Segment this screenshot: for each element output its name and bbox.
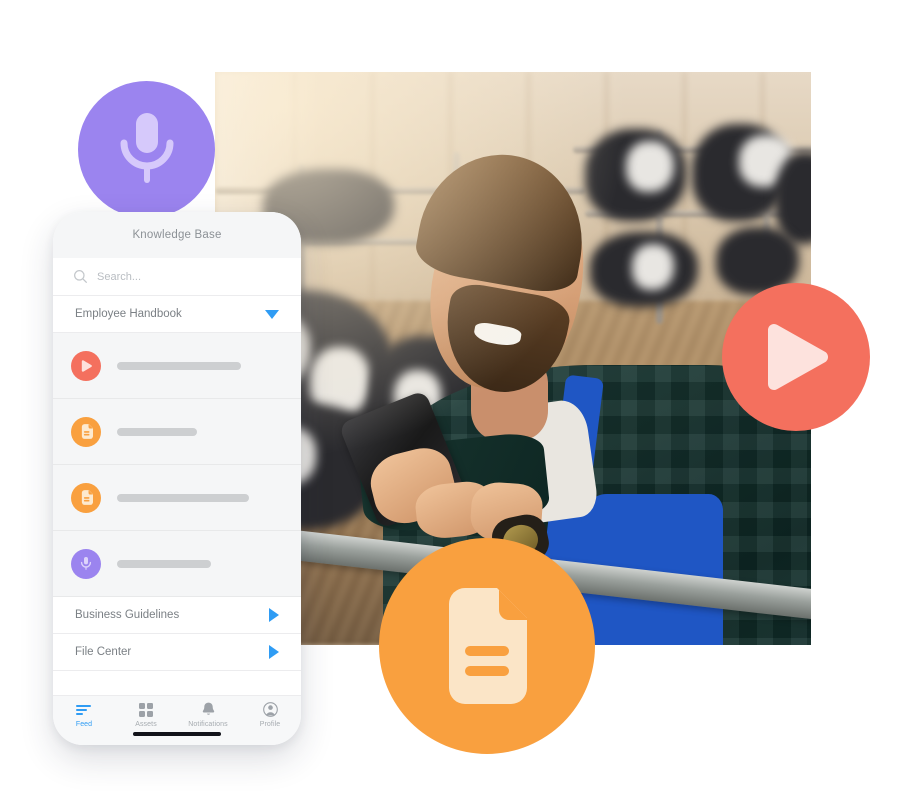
- play-icon: [768, 324, 828, 390]
- search-input[interactable]: Search...: [97, 271, 141, 283]
- phone-mockup: Knowledge Base Search... Employee Handbo…: [53, 212, 301, 745]
- tab-label: Assets: [135, 721, 157, 728]
- list-item[interactable]: [53, 465, 301, 531]
- knowledge-item-list: [53, 333, 301, 597]
- section-label: Business Guidelines: [75, 609, 180, 621]
- list-item[interactable]: [53, 399, 301, 465]
- document-bubble: [379, 538, 595, 754]
- document-icon[interactable]: [71, 482, 101, 513]
- document-icon: [449, 588, 529, 704]
- bell-icon: [202, 702, 215, 717]
- page-canvas: Knowledge Base Search... Employee Handbo…: [0, 0, 901, 801]
- tab-label: Notifications: [188, 721, 228, 728]
- item-title-placeholder: [117, 493, 249, 502]
- play-bubble: [722, 283, 870, 431]
- section-file-center[interactable]: File Center: [53, 634, 301, 671]
- bottom-tab-bar: Feed Assets Notifications Profile: [53, 695, 301, 745]
- chevron-right-icon[interactable]: [269, 645, 279, 659]
- person-icon: [262, 702, 278, 717]
- phone-header: Knowledge Base: [53, 212, 301, 258]
- page-title: Knowledge Base: [132, 229, 222, 241]
- section-business-guidelines[interactable]: Business Guidelines: [53, 597, 301, 634]
- play-icon[interactable]: [71, 350, 101, 381]
- section-label: Employee Handbook: [75, 308, 182, 320]
- home-indicator: [133, 732, 221, 736]
- microphone-icon[interactable]: [71, 548, 101, 579]
- tab-label: Feed: [75, 721, 93, 728]
- chevron-right-icon[interactable]: [269, 608, 279, 622]
- feed-icon: [76, 702, 92, 717]
- tab-label: Profile: [259, 721, 281, 728]
- search-icon: [74, 270, 87, 283]
- item-title-placeholder: [117, 559, 211, 568]
- item-title-placeholder: [117, 427, 197, 436]
- section-employee-handbook[interactable]: Employee Handbook: [53, 296, 301, 333]
- grid-icon: [139, 702, 153, 717]
- item-title-placeholder: [117, 361, 241, 370]
- tab-feed[interactable]: Feed: [53, 702, 115, 728]
- document-icon[interactable]: [71, 416, 101, 447]
- list-item[interactable]: [53, 333, 301, 399]
- section-label: File Center: [75, 646, 132, 658]
- tab-notifications[interactable]: Notifications: [177, 702, 239, 728]
- tab-profile[interactable]: Profile: [239, 702, 301, 728]
- list-item[interactable]: [53, 531, 301, 597]
- search-bar[interactable]: Search...: [53, 258, 301, 296]
- tab-assets[interactable]: Assets: [115, 702, 177, 728]
- microphone-bubble: [78, 81, 215, 218]
- chevron-down-icon[interactable]: [265, 309, 279, 319]
- microphone-icon: [120, 112, 173, 183]
